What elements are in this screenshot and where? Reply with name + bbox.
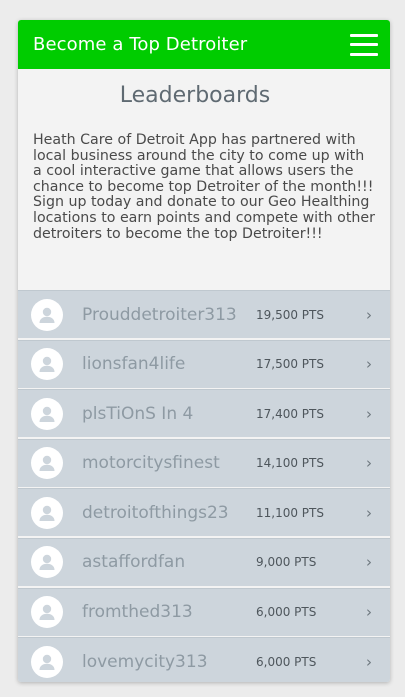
points: 19,500 PTS — [256, 307, 324, 322]
username: fromthed313 — [82, 602, 193, 623]
user-avatar-icon — [31, 298, 63, 331]
user-avatar-icon — [31, 596, 63, 629]
leaderboard-row[interactable]: motorcitysfinest 14,100 PTS › — [18, 438, 390, 487]
intro-text: Heath Care of Detroit App has partnered … — [33, 132, 375, 242]
chevron-right-icon[interactable]: › — [366, 306, 372, 324]
username: detroitofthings23 — [82, 502, 229, 523]
username: lovemycity313 — [82, 651, 208, 672]
leaderboard-row[interactable]: fromthed313 6,000 PTS › — [18, 587, 390, 636]
chevron-right-icon[interactable]: › — [366, 504, 372, 522]
user-avatar-icon — [31, 546, 63, 579]
points: 17,500 PTS — [256, 357, 324, 372]
points: 6,000 PTS — [256, 654, 317, 669]
page-title: Leaderboards — [119, 83, 271, 108]
username: Prouddetroiter313 — [82, 304, 237, 325]
chevron-right-icon[interactable]: › — [366, 553, 372, 571]
chevron-right-icon[interactable]: › — [366, 355, 372, 373]
username: lionsfan4life — [82, 354, 186, 375]
points: 6,000 PTS — [256, 605, 317, 620]
user-avatar-icon — [31, 397, 63, 430]
username: astaffordfan — [82, 552, 186, 573]
points: 17,400 PTS — [256, 406, 324, 421]
leaderboard-row[interactable]: Prouddetroiter313 19,500 PTS › — [18, 290, 390, 338]
chevron-right-icon[interactable]: › — [366, 653, 372, 671]
points: 9,000 PTS — [256, 555, 317, 570]
username: plsTiOnS In 4 — [82, 403, 194, 424]
user-avatar-icon — [31, 348, 63, 381]
username: motorcitysfinest — [82, 453, 220, 474]
chevron-right-icon[interactable]: › — [366, 603, 372, 621]
app-title: Become a Top Detroiter — [33, 34, 248, 55]
points: 14,100 PTS — [256, 456, 324, 471]
hamburger-menu-icon[interactable] — [350, 33, 378, 56]
leaderboard-row[interactable]: lovemycity313 6,000 PTS › — [18, 637, 390, 682]
points: 11,100 PTS — [256, 505, 324, 520]
leaderboard-row[interactable]: lionsfan4life 17,500 PTS › — [18, 339, 390, 388]
user-avatar-icon — [31, 496, 63, 529]
leaderboard-row[interactable]: plsTiOnS In 4 17,400 PTS › — [18, 389, 390, 438]
chevron-right-icon[interactable]: › — [366, 405, 372, 423]
user-avatar-icon — [31, 645, 63, 678]
chevron-right-icon[interactable]: › — [366, 454, 372, 472]
leaderboard-row[interactable]: detroitofthings23 11,100 PTS › — [18, 488, 390, 537]
leaderboard-row[interactable]: astaffordfan 9,000 PTS › — [18, 537, 390, 586]
app-card: Become a Top Detroiter Leaderboards Heat… — [18, 20, 390, 682]
user-avatar-icon — [31, 447, 63, 480]
app-header: Become a Top Detroiter — [18, 20, 390, 69]
leaderboard-list: Prouddetroiter313 19,500 PTS › lionsfan4lif… — [18, 290, 390, 682]
